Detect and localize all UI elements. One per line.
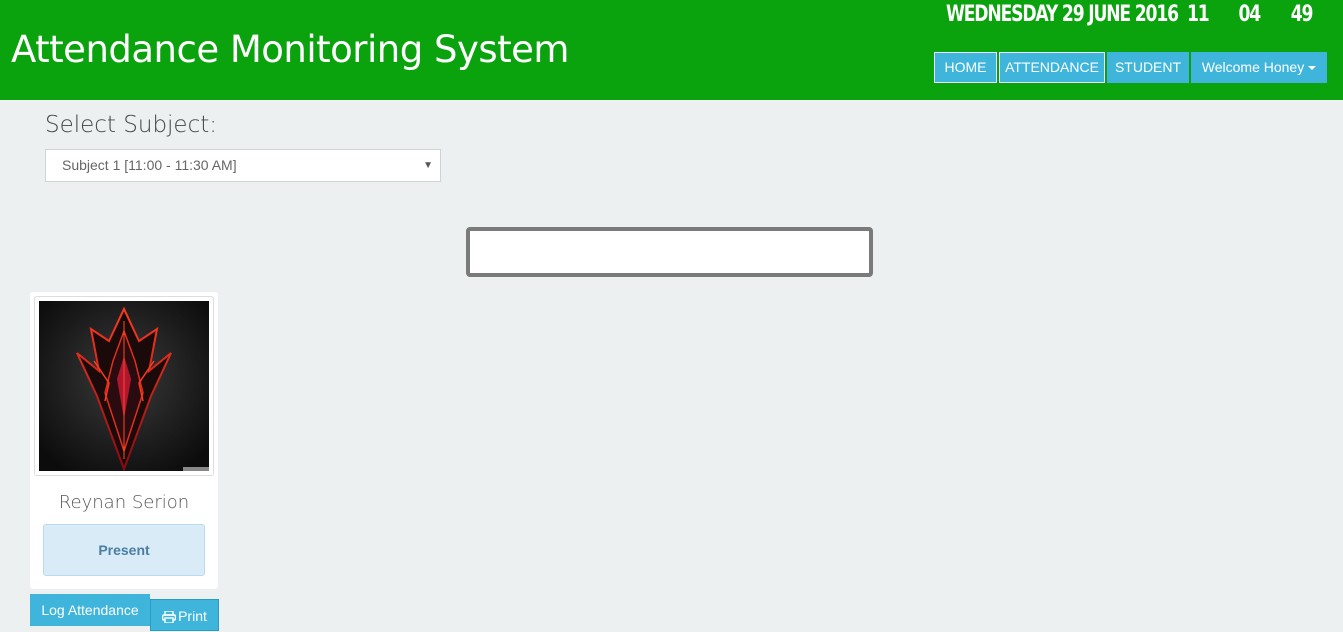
current-date: WEDNESDAY 29 JUNE 2016: [946, 2, 1179, 27]
caret-down-icon: [1308, 66, 1317, 71]
print-label: Print: [178, 608, 207, 624]
id-scan-input[interactable]: [466, 227, 873, 277]
dropdown-arrow-icon: ▼: [423, 160, 433, 171]
user-menu-button[interactable]: Welcome Honey: [1191, 52, 1327, 83]
subject-selected-value: Subject 1 [11:00 - 11:30 AM]: [62, 157, 237, 173]
clock-minute: 04: [1238, 2, 1262, 27]
print-button[interactable]: Print: [150, 599, 219, 631]
print-icon: [162, 611, 177, 624]
user-menu-label: Welcome Honey: [1201, 59, 1305, 75]
app-title: Attendance Monitoring System: [11, 28, 569, 71]
select-subject-label: Select Subject:: [45, 112, 217, 138]
student-photo-avatar: [39, 301, 209, 471]
nav-attendance-button[interactable]: ATTENDANCE: [999, 52, 1105, 83]
nav-student-button[interactable]: STUDENT: [1107, 52, 1189, 83]
subject-select[interactable]: Subject 1 [11:00 - 11:30 AM] ▼: [45, 149, 441, 182]
attendance-status-badge: Present: [43, 524, 205, 576]
log-attendance-button[interactable]: Log Attendance: [30, 594, 150, 626]
header-bar: Attendance Monitoring System WEDNESDAY 2…: [0, 0, 1343, 100]
clock-hour: 11: [1187, 2, 1210, 27]
clock-second: 49: [1290, 2, 1314, 27]
student-name: Reynan Serion: [58, 492, 190, 513]
student-card: Reynan Serion Present: [30, 292, 218, 589]
student-photo-frame: [34, 296, 214, 476]
nav-home-button[interactable]: HOME: [934, 52, 997, 83]
